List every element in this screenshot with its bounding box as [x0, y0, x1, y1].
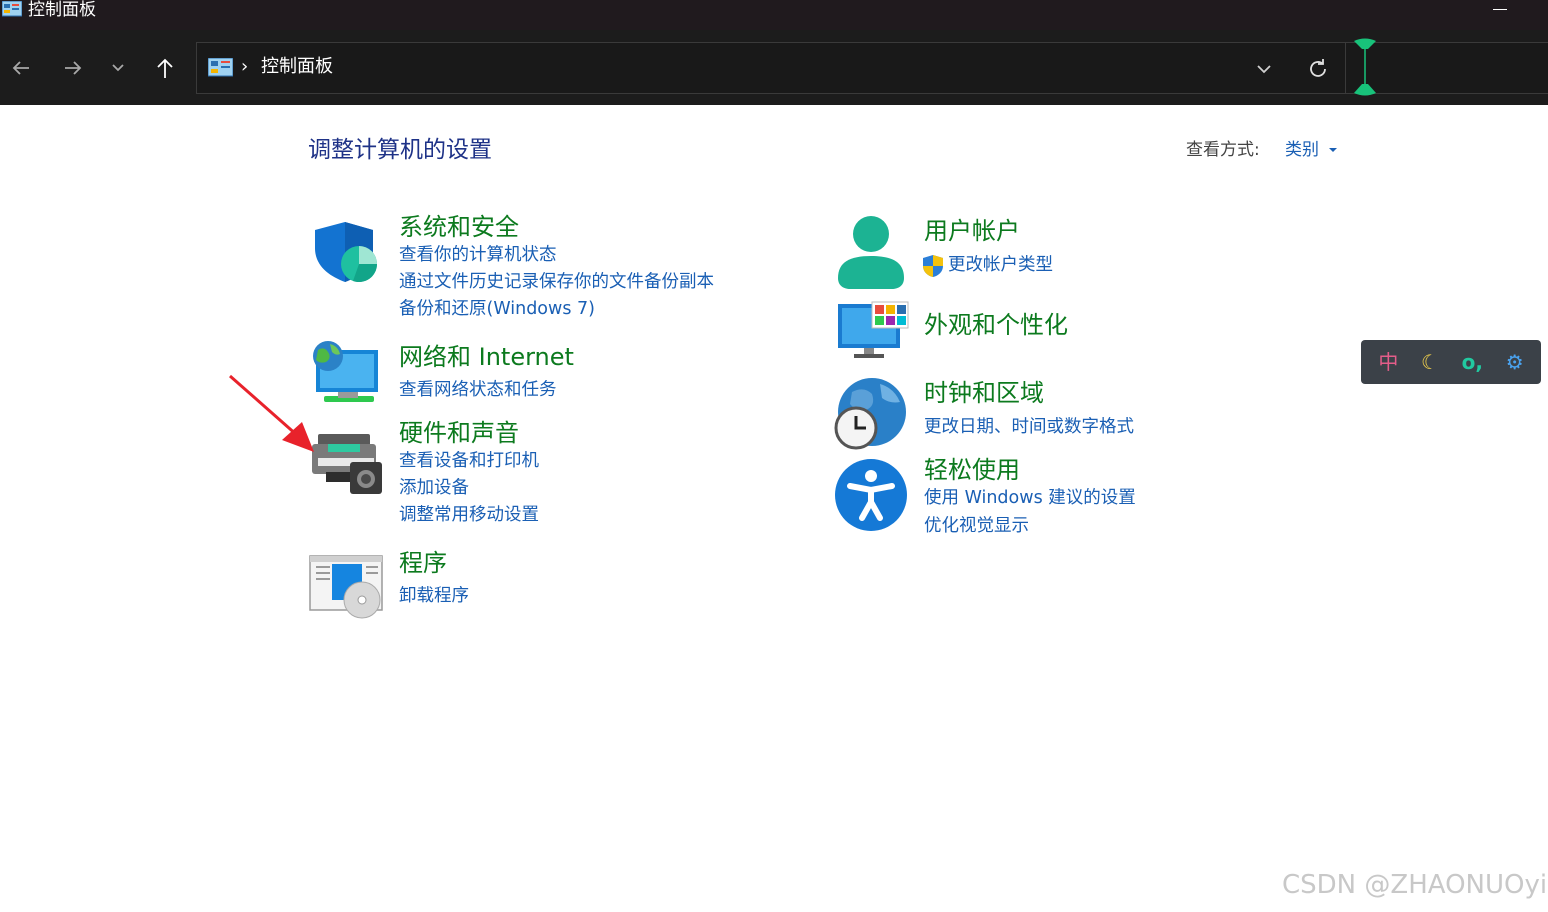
link-uninstall-program[interactable]: 卸载程序 — [399, 584, 469, 608]
view-by-dropdown[interactable]: 类别 — [1285, 138, 1319, 162]
link-recommended-settings[interactable]: 使用 Windows 建议的设置 — [924, 486, 1136, 510]
link-add-device[interactable]: 添加设备 — [399, 476, 469, 500]
recent-locations-button[interactable] — [101, 52, 135, 84]
arrow-left-icon — [12, 61, 29, 75]
printer-icon[interactable] — [310, 432, 384, 496]
annotation-arrow-icon — [229, 374, 314, 452]
link-network-status-tasks[interactable]: 查看网络状态和任务 — [399, 378, 557, 402]
ime-language-toggle[interactable]: 中 — [1378, 350, 1398, 374]
breadcrumb-separator: › — [241, 56, 249, 77]
category-system-security[interactable]: 系统和安全 — [399, 212, 519, 242]
category-user-accounts[interactable]: 用户帐户 — [924, 216, 1020, 246]
watermark: CSDN @ZHAONUOyi — [1282, 870, 1548, 900]
title-bar: 控制面板 — [0, 0, 1548, 30]
link-view-computer-status[interactable]: 查看你的计算机状态 — [399, 243, 557, 267]
forward-button[interactable] — [56, 52, 90, 84]
minimize-button[interactable] — [1486, 0, 1514, 20]
link-optimize-visual-display[interactable]: 优化视觉显示 — [924, 514, 1029, 538]
link-backup-restore[interactable]: 备份和还原(Windows 7) — [399, 297, 595, 321]
category-clock-region[interactable]: 时钟和区域 — [924, 378, 1044, 408]
category-programs[interactable]: 程序 — [399, 548, 447, 578]
control-panel-icon — [208, 58, 233, 77]
category-hardware-sound[interactable]: 硬件和声音 — [399, 418, 519, 448]
link-file-history-backup[interactable]: 通过文件历史记录保存你的文件备份副本 — [399, 270, 714, 294]
category-network-internet[interactable]: 网络和 Internet — [399, 342, 574, 372]
arrow-up-icon — [157, 58, 173, 78]
breadcrumb-control-panel[interactable]: 控制面板 — [261, 55, 333, 79]
up-button[interactable] — [148, 52, 182, 84]
ime-toolbar: 中 ☾ o, ⚙ — [1361, 340, 1541, 384]
link-devices-printers[interactable]: 查看设备和打印机 — [399, 449, 539, 473]
address-dropdown-button[interactable] — [1249, 55, 1279, 83]
resize-handle-icon — [1354, 38, 1376, 96]
navigation-bar: › 控制面板 — [0, 30, 1548, 105]
arrow-right-icon — [65, 61, 82, 75]
moon-icon[interactable]: ☾ — [1421, 350, 1439, 374]
link-date-time-format[interactable]: 更改日期、时间或数字格式 — [924, 415, 1134, 439]
link-mobility-settings[interactable]: 调整常用移动设置 — [399, 503, 539, 527]
programs-icon[interactable] — [308, 554, 384, 620]
accessibility-icon[interactable] — [834, 458, 908, 532]
globe-clock-icon[interactable] — [832, 376, 910, 452]
refresh-icon — [1310, 59, 1326, 77]
refresh-button[interactable] — [1303, 55, 1333, 83]
window-title: 控制面板 — [28, 0, 96, 20]
gear-icon[interactable]: ⚙ — [1506, 350, 1524, 374]
link-change-account-type[interactable]: 更改帐户类型 — [948, 253, 1053, 277]
punctuation-toggle[interactable]: o, — [1462, 350, 1483, 374]
category-ease-of-access[interactable]: 轻松使用 — [924, 455, 1020, 485]
address-bar[interactable]: › 控制面板 — [196, 42, 1346, 94]
network-icon[interactable] — [310, 340, 380, 410]
monitor-icon[interactable] — [836, 300, 910, 362]
page-title: 调整计算机的设置 — [308, 137, 492, 163]
uac-shield-icon — [923, 255, 943, 277]
caret-down-icon[interactable] — [1329, 148, 1337, 152]
category-appearance-personalization[interactable]: 外观和个性化 — [924, 310, 1068, 340]
shield-icon[interactable] — [313, 220, 379, 284]
control-panel-icon — [2, 1, 22, 17]
chevron-down-icon — [112, 64, 124, 72]
back-button[interactable] — [4, 52, 38, 84]
view-by-label: 查看方式: — [1186, 140, 1260, 160]
user-icon[interactable] — [836, 214, 906, 290]
search-box[interactable] — [1346, 38, 1548, 96]
chevron-down-icon — [1257, 65, 1271, 74]
